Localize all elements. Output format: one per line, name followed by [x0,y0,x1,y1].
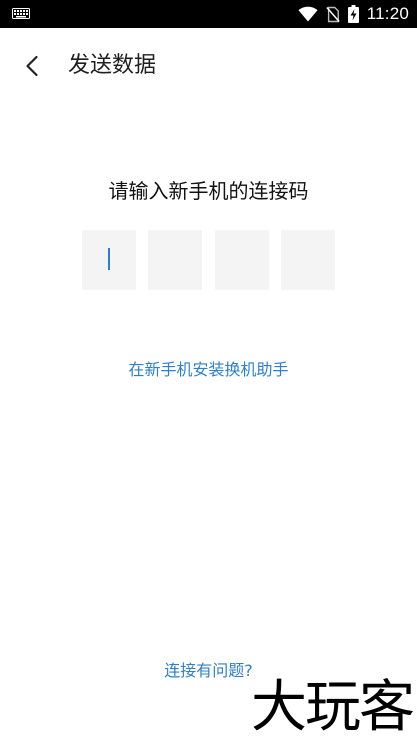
wifi-icon [298,6,318,22]
status-bar: 11:20 [0,0,417,28]
page-title: 发送数据 [68,53,157,78]
install-assistant-link[interactable]: 在新手机安装换机助手 [0,357,417,383]
code-digit-4[interactable] [281,230,335,290]
battery-charging-icon [347,5,359,23]
connection-code-input [82,230,335,290]
toolbar: 发送数据 [0,28,417,104]
keyboard-icon [12,8,30,19]
code-digit-1[interactable] [82,230,136,290]
status-icons: 11:20 [298,0,409,28]
watermark-logo: 大玩客 [251,675,415,740]
back-button[interactable] [16,50,48,82]
no-sim-icon [326,6,340,22]
clock: 11:20 [366,4,409,23]
chevron-left-icon [26,55,38,77]
text-caret [108,248,110,270]
code-digit-2[interactable] [148,230,202,290]
connection-code-prompt: 请输入新手机的连接码 [108,179,309,203]
code-digit-3[interactable] [215,230,269,290]
